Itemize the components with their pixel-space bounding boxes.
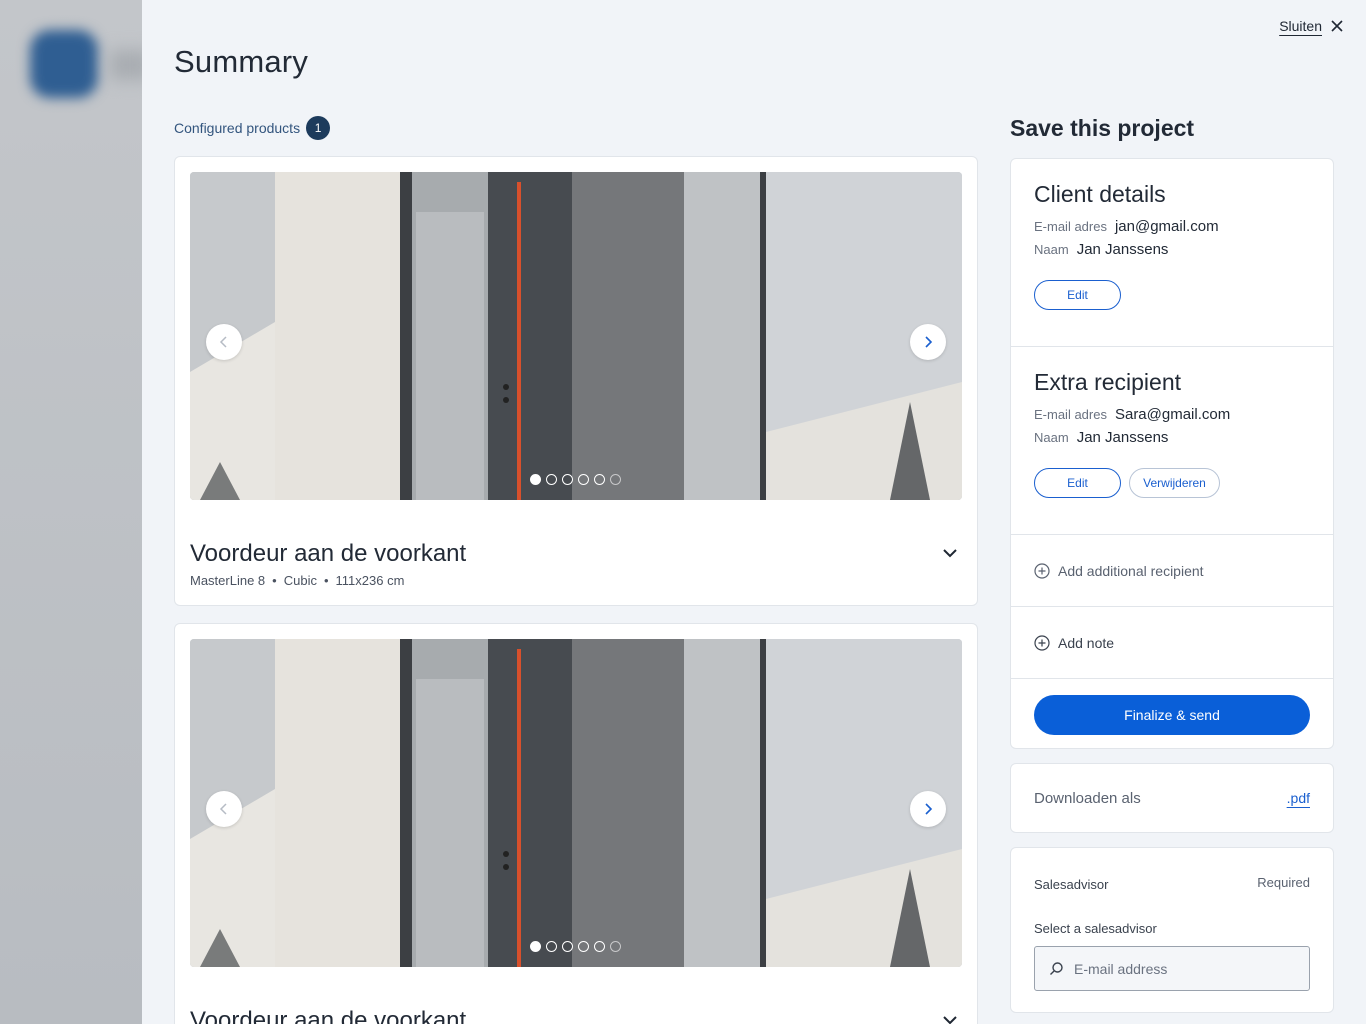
configured-products-header: Configured products 1 bbox=[174, 116, 331, 140]
salesadvisor-card: Salesadvisor Required Select a salesadvi… bbox=[1010, 847, 1334, 1013]
carousel-dots bbox=[530, 941, 621, 952]
close-button[interactable]: Sluiten bbox=[1279, 18, 1344, 34]
chevron-right-icon bbox=[925, 336, 933, 348]
product-size: 111x236 cm bbox=[335, 573, 405, 588]
page-title: Summary bbox=[174, 44, 309, 79]
product-style: Cubic bbox=[283, 573, 317, 588]
plus-circle-icon bbox=[1034, 562, 1050, 579]
product-image-carousel bbox=[190, 639, 962, 967]
chevron-down-icon[interactable] bbox=[941, 1011, 959, 1024]
carousel-dot[interactable] bbox=[578, 941, 589, 952]
product-model: MasterLine 8 bbox=[190, 573, 266, 588]
salesadvisor-search-field[interactable] bbox=[1034, 946, 1310, 991]
carousel-next-button[interactable] bbox=[910, 791, 946, 827]
finalize-send-button[interactable]: Finalize & send bbox=[1034, 695, 1310, 735]
add-note-label: Add note bbox=[1058, 634, 1115, 651]
close-icon[interactable] bbox=[1330, 19, 1344, 33]
door-photo bbox=[190, 172, 962, 500]
product-count-badge: 1 bbox=[306, 116, 331, 140]
download-pdf-link[interactable]: .pdf bbox=[1287, 790, 1310, 806]
client-name-value: Jan Janssens bbox=[1076, 241, 1169, 258]
client-actions: Edit bbox=[1034, 280, 1310, 310]
product-title: Voordeur aan de voorkant bbox=[190, 540, 467, 567]
client-email-label: E-mail adres bbox=[1034, 219, 1107, 234]
extra-recipient-section: Extra recipient E-mail adres Sara@gmail.… bbox=[1011, 347, 1333, 535]
background-app bbox=[0, 0, 150, 1024]
product-card: Voordeur aan de voorkant MasterLine 8 • … bbox=[174, 156, 978, 606]
extra-remove-button[interactable]: Verwijderen bbox=[1129, 468, 1220, 498]
door-photo bbox=[190, 639, 962, 967]
carousel-dot[interactable] bbox=[578, 474, 589, 485]
carousel-next-button[interactable] bbox=[910, 324, 946, 360]
carousel-dot[interactable] bbox=[530, 941, 541, 952]
extra-recipient-title: Extra recipient bbox=[1034, 369, 1182, 395]
save-project-title: Save this project bbox=[1010, 115, 1195, 141]
client-details-title: Client details bbox=[1034, 181, 1166, 207]
carousel-prev-button[interactable] bbox=[206, 324, 242, 360]
summary-panel: Sluiten Summary Configured products 1 Vo… bbox=[142, 0, 1366, 1024]
client-email-row: E-mail adres jan@gmail.com bbox=[1034, 218, 1310, 235]
salesadvisor-email-input[interactable] bbox=[1074, 960, 1274, 977]
add-recipient-label: Add additional recipient bbox=[1058, 562, 1204, 579]
carousel-dot[interactable] bbox=[562, 941, 573, 952]
carousel-dot[interactable] bbox=[594, 474, 605, 485]
product-specs: MasterLine 8 • Cubic • 111x236 cm bbox=[190, 573, 404, 588]
finalize-section: Finalize & send bbox=[1011, 679, 1333, 751]
carousel-dot[interactable] bbox=[610, 474, 621, 485]
carousel-dot[interactable] bbox=[546, 474, 557, 485]
extra-actions: Edit Verwijderen bbox=[1034, 468, 1310, 498]
save-project-card: Client details E-mail adres jan@gmail.co… bbox=[1010, 158, 1334, 749]
extra-email-value: Sara@gmail.com bbox=[1114, 406, 1231, 423]
chevron-left-icon bbox=[219, 803, 227, 815]
product-card: Voordeur aan de voorkant bbox=[174, 623, 978, 1024]
client-edit-button[interactable]: Edit bbox=[1034, 280, 1121, 310]
carousel-dot[interactable] bbox=[610, 941, 621, 952]
download-card: Downloaden als .pdf bbox=[1010, 763, 1334, 833]
salesadvisor-label: Salesadvisor bbox=[1034, 877, 1109, 892]
download-label: Downloaden als bbox=[1034, 789, 1141, 807]
spec-separator: • bbox=[323, 573, 329, 588]
add-note-button[interactable]: Add note bbox=[1011, 607, 1333, 679]
carousel-dot[interactable] bbox=[594, 941, 605, 952]
product-title: Voordeur aan de voorkant bbox=[190, 1007, 467, 1024]
chevron-right-icon bbox=[925, 803, 933, 815]
carousel-dot[interactable] bbox=[562, 474, 573, 485]
carousel-dots bbox=[530, 474, 621, 485]
required-label: Required bbox=[1257, 875, 1310, 890]
add-recipient-button[interactable]: Add additional recipient bbox=[1011, 535, 1333, 607]
client-email-value: jan@gmail.com bbox=[1114, 218, 1219, 235]
client-details-section: Client details E-mail adres jan@gmail.co… bbox=[1011, 159, 1333, 347]
client-name-row: Naam Jan Janssens bbox=[1034, 241, 1310, 258]
chevron-down-icon[interactable] bbox=[941, 544, 959, 562]
product-image-carousel bbox=[190, 172, 962, 500]
chevron-left-icon bbox=[219, 336, 227, 348]
search-icon bbox=[1050, 962, 1063, 975]
carousel-prev-button[interactable] bbox=[206, 791, 242, 827]
client-name-label: Naam bbox=[1034, 242, 1069, 257]
spec-separator: • bbox=[272, 573, 277, 588]
salesadvisor-header: Salesadvisor Required bbox=[1034, 875, 1310, 892]
configured-products-label: Configured products bbox=[174, 120, 301, 136]
extra-edit-button[interactable]: Edit bbox=[1034, 468, 1121, 498]
extra-email-label: E-mail adres bbox=[1034, 407, 1107, 422]
close-label[interactable]: Sluiten bbox=[1279, 18, 1322, 34]
carousel-dot[interactable] bbox=[530, 474, 541, 485]
extra-name-value: Jan Janssens bbox=[1076, 429, 1169, 446]
background-logo bbox=[30, 30, 98, 98]
extra-name-label: Naam bbox=[1034, 430, 1069, 445]
extra-email-row: E-mail adres Sara@gmail.com bbox=[1034, 406, 1310, 423]
extra-name-row: Naam Jan Janssens bbox=[1034, 429, 1310, 446]
carousel-dot[interactable] bbox=[546, 941, 557, 952]
select-salesadvisor-label: Select a salesadvisor bbox=[1034, 921, 1157, 936]
plus-circle-icon bbox=[1034, 634, 1050, 651]
